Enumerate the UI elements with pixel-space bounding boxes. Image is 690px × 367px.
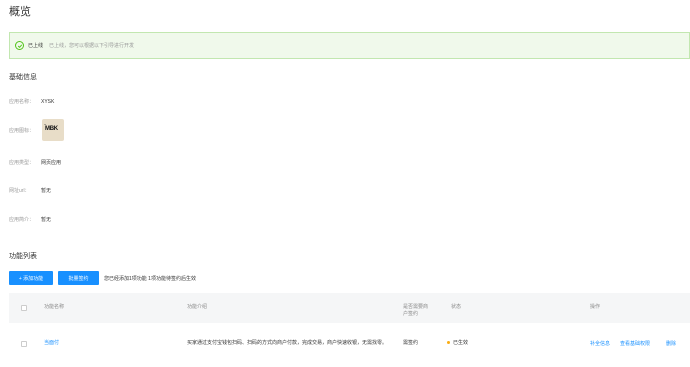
table-header: 功能名称 功能介绍 是否需要商户签约 状态 操作 xyxy=(9,293,690,323)
feature-list-title: 功能列表 xyxy=(9,253,37,260)
column-header-actions: 操作 xyxy=(590,304,601,310)
status-text: 已生效 xyxy=(453,340,469,346)
info-value: 暂无 xyxy=(41,188,52,194)
feature-name-link[interactable]: 当面付 xyxy=(44,340,59,347)
feature-tip: 您已经添加1项功能 1项功能待签约后生效 xyxy=(104,275,196,282)
view-permissions-link[interactable]: 查看基础权限 xyxy=(620,340,650,347)
complete-info-link[interactable]: 补全信息 xyxy=(590,340,610,347)
row-checkbox[interactable] xyxy=(21,341,27,347)
status-dot xyxy=(447,341,450,345)
info-row-url: 网址url： 暂无 xyxy=(9,187,51,194)
app-icon-image: ▪▪▪ MBK xyxy=(42,119,64,141)
feature-need-sign: 需签约 xyxy=(403,340,419,346)
column-header-name: 功能名称 xyxy=(44,304,65,310)
info-label: 网址url： xyxy=(9,188,30,194)
info-row-app-type: 应用类型： 网页应用 xyxy=(9,159,61,166)
feature-status: 已生效 xyxy=(447,340,468,347)
status-banner: 已上线 已上线，您可以根据以下引导进行开发 xyxy=(9,32,690,59)
app-icon-brand: MBK xyxy=(45,126,58,132)
info-label: 应用类型： xyxy=(9,160,35,166)
info-label: 应用名称： xyxy=(9,99,35,105)
column-header-need-sign: 是否需要商户签约 xyxy=(403,304,429,317)
delete-link[interactable]: 删除 xyxy=(666,340,676,347)
status-description: 已上线，您可以根据以下引导进行开发 xyxy=(49,43,135,49)
info-label: 应用图标： xyxy=(9,128,35,134)
info-value: 暂无 xyxy=(41,217,52,223)
info-row-app-name: 应用名称： XYSK xyxy=(9,98,55,106)
info-label: 应用简介： xyxy=(9,217,35,223)
table-row: 当面付 买家通过支付宝钱包扫码、扫码的方式向商户付款，完成交易，商户快速收银，无… xyxy=(9,327,690,361)
feature-description: 买家通过支付宝钱包扫码、扫码的方式向商户付款，完成交易，商户快速收银，无需找零。 xyxy=(187,340,388,346)
info-row-intro: 应用简介： 暂无 xyxy=(9,216,51,223)
page-title: 概览 xyxy=(9,6,31,18)
batch-sign-button[interactable]: 批量签约 xyxy=(58,271,99,285)
basic-info-title: 基础信息 xyxy=(9,74,37,81)
info-value: XYSK xyxy=(41,98,55,105)
select-all-checkbox[interactable] xyxy=(21,305,27,311)
info-row-app-icon: 应用图标： xyxy=(9,127,41,134)
add-feature-button[interactable]: + 添加功能 xyxy=(9,271,53,285)
info-value: 网页应用 xyxy=(41,160,62,166)
column-header-status: 状态 xyxy=(451,304,462,310)
status-label: 已上线 xyxy=(28,43,44,49)
check-circle-icon xyxy=(15,41,24,50)
column-header-desc: 功能介绍 xyxy=(187,304,208,310)
